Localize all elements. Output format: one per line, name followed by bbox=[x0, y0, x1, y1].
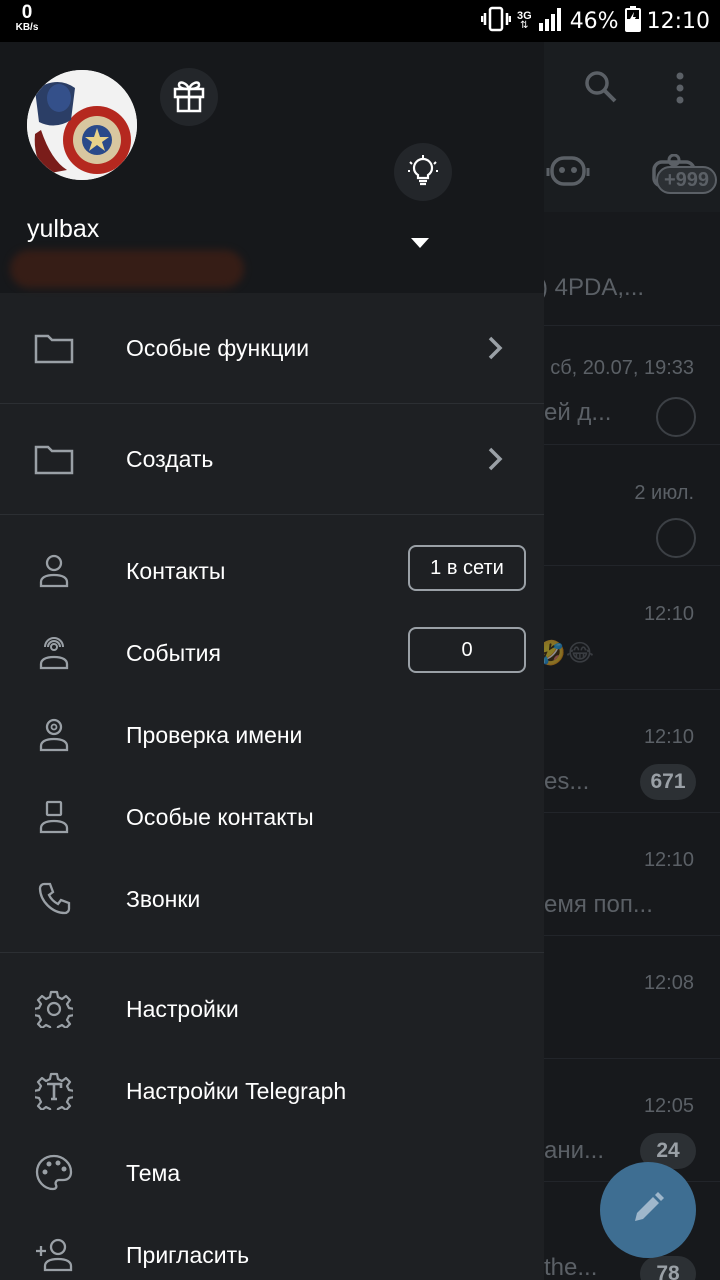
menu-item-events[interactable]: События 0 bbox=[0, 612, 544, 694]
phone-number-redacted bbox=[10, 250, 244, 288]
vibrate-icon bbox=[480, 6, 512, 37]
unread-badge: 78 bbox=[640, 1256, 696, 1280]
telegraph-gear-icon bbox=[34, 1071, 74, 1111]
chat-row[interactable]: ) 4PDA,... bbox=[540, 212, 720, 326]
menu-item-calls[interactable]: Звонки bbox=[0, 858, 544, 940]
palette-icon bbox=[34, 1153, 74, 1193]
menu-item-contacts[interactable]: Контакты 1 в сети bbox=[0, 530, 544, 612]
chat-row[interactable]: 12:08 bbox=[544, 936, 720, 1059]
network-speed-value: 0 bbox=[21, 2, 33, 23]
gift-button[interactable] bbox=[160, 68, 218, 126]
phone-icon bbox=[34, 879, 74, 919]
chat-row[interactable]: 2 июл. bbox=[544, 446, 720, 566]
gift-icon bbox=[171, 77, 207, 118]
lightbulb-icon bbox=[407, 154, 439, 191]
unread-badge: 671 bbox=[640, 764, 696, 800]
menu-item-special-functions[interactable]: Особые функции bbox=[0, 293, 544, 403]
menu-item-label: Пригласить bbox=[126, 1241, 250, 1268]
chat-time: 12:10 bbox=[643, 603, 694, 625]
menu-item-invite[interactable]: Пригласить bbox=[0, 1214, 544, 1280]
chat-list-background: +999 ) 4PDA,... сб, 20.07, 19:33 ей д...… bbox=[536, 42, 720, 1280]
chat-snippet: емя поп... bbox=[544, 891, 653, 918]
menu-item-label: Настройки Telegraph bbox=[126, 1077, 347, 1104]
chat-row[interactable]: 12:10 es... 671 bbox=[544, 690, 720, 813]
drawer-header: yulbax bbox=[0, 42, 544, 293]
divider bbox=[0, 952, 544, 953]
menu-item-label: Контакты bbox=[126, 557, 226, 584]
chat-snippet: the... bbox=[544, 1254, 598, 1280]
folder-icon bbox=[34, 439, 74, 479]
menu-item-username-check[interactable]: Проверка имени bbox=[0, 694, 544, 776]
chat-time: 12:10 bbox=[643, 726, 694, 748]
menu-item-label: Проверка имени bbox=[126, 721, 303, 748]
gear-icon bbox=[34, 989, 74, 1029]
events-count-badge: 0 bbox=[408, 627, 526, 673]
menu-item-theme[interactable]: Тема bbox=[0, 1132, 544, 1214]
night-mode-button[interactable] bbox=[394, 143, 452, 201]
chat-snippet: ани... bbox=[544, 1137, 605, 1164]
add-person-icon bbox=[34, 1235, 74, 1275]
menu-item-telegraph-settings[interactable]: Настройки Telegraph bbox=[0, 1050, 544, 1132]
chat-row[interactable]: сб, 20.07, 19:33 ей д... bbox=[544, 327, 720, 445]
chat-time: 2 июл. bbox=[634, 482, 694, 504]
chat-snippet: es... bbox=[544, 768, 590, 795]
divider bbox=[0, 514, 544, 515]
username: yulbax bbox=[27, 215, 100, 243]
compose-button[interactable] bbox=[600, 1162, 696, 1258]
menu-item-label: Звонки bbox=[126, 885, 201, 912]
navigation-drawer: yulbax Особые функции Создать Контакты 1… bbox=[0, 42, 544, 1280]
pin-icon bbox=[656, 518, 696, 558]
online-count-badge: 1 в сети bbox=[408, 545, 526, 591]
chat-snippet: ) 4PDA,... bbox=[540, 274, 645, 301]
tab-badge: +999 bbox=[656, 166, 718, 194]
chat-time: 12:08 bbox=[643, 972, 694, 994]
chat-time: 12:05 bbox=[643, 1095, 694, 1117]
chat-snippet: ей д... bbox=[544, 399, 612, 426]
network-speed-unit: KB/s bbox=[15, 22, 39, 33]
chat-time: 12:10 bbox=[643, 849, 694, 871]
folder-icon bbox=[34, 328, 74, 368]
menu-item-label: Тема bbox=[126, 1159, 181, 1186]
screen: 0 KB/s 3G ⇅ 46% 12:10 +999) 4PDA,... сб… bbox=[0, 0, 720, 1280]
search-icon[interactable] bbox=[584, 70, 618, 109]
network-speed: 0 KB/s bbox=[10, 2, 44, 33]
menu-item-label: Особые контакты bbox=[126, 803, 314, 830]
menu-item-special-contacts[interactable]: Особые контакты bbox=[0, 776, 544, 858]
account-switch-arrow-icon[interactable] bbox=[411, 238, 429, 248]
chevron-right-icon bbox=[484, 333, 506, 363]
person-icon bbox=[34, 551, 74, 591]
chat-snippet: 🤣😂 bbox=[536, 640, 594, 667]
menu-item-label: Особые функции bbox=[126, 334, 310, 361]
chat-list-toolbar: +999 bbox=[544, 42, 720, 212]
menu-item-label: События bbox=[126, 639, 221, 666]
menu-item-create[interactable]: Создать bbox=[0, 404, 544, 514]
chat-row[interactable]: 12:10 🤣😂 bbox=[536, 567, 720, 690]
person-radar-icon bbox=[34, 633, 74, 673]
pencil-icon bbox=[631, 1191, 665, 1230]
clock: 12:10 bbox=[646, 8, 710, 34]
avatar[interactable] bbox=[27, 70, 137, 180]
status-bar: 0 KB/s 3G ⇅ 46% 12:10 bbox=[0, 0, 720, 42]
chat-time: сб, 20.07, 19:33 bbox=[550, 357, 694, 379]
person-square-icon bbox=[34, 797, 74, 837]
menu-item-label: Создать bbox=[126, 445, 214, 472]
chat-row[interactable]: 12:10 емя поп... bbox=[544, 813, 720, 936]
bot-tab-icon[interactable] bbox=[546, 154, 590, 193]
signal-icon bbox=[538, 7, 564, 36]
chevron-right-icon bbox=[484, 444, 506, 474]
battery-icon bbox=[624, 5, 641, 37]
pin-icon bbox=[656, 397, 696, 437]
menu-item-label: Настройки bbox=[126, 995, 239, 1022]
network-type-icon: 3G ⇅ bbox=[517, 10, 532, 31]
person-at-icon bbox=[34, 715, 74, 755]
battery-percent: 46% bbox=[569, 8, 619, 34]
more-options-icon[interactable] bbox=[676, 72, 684, 109]
menu-item-settings[interactable]: Настройки bbox=[0, 968, 544, 1050]
